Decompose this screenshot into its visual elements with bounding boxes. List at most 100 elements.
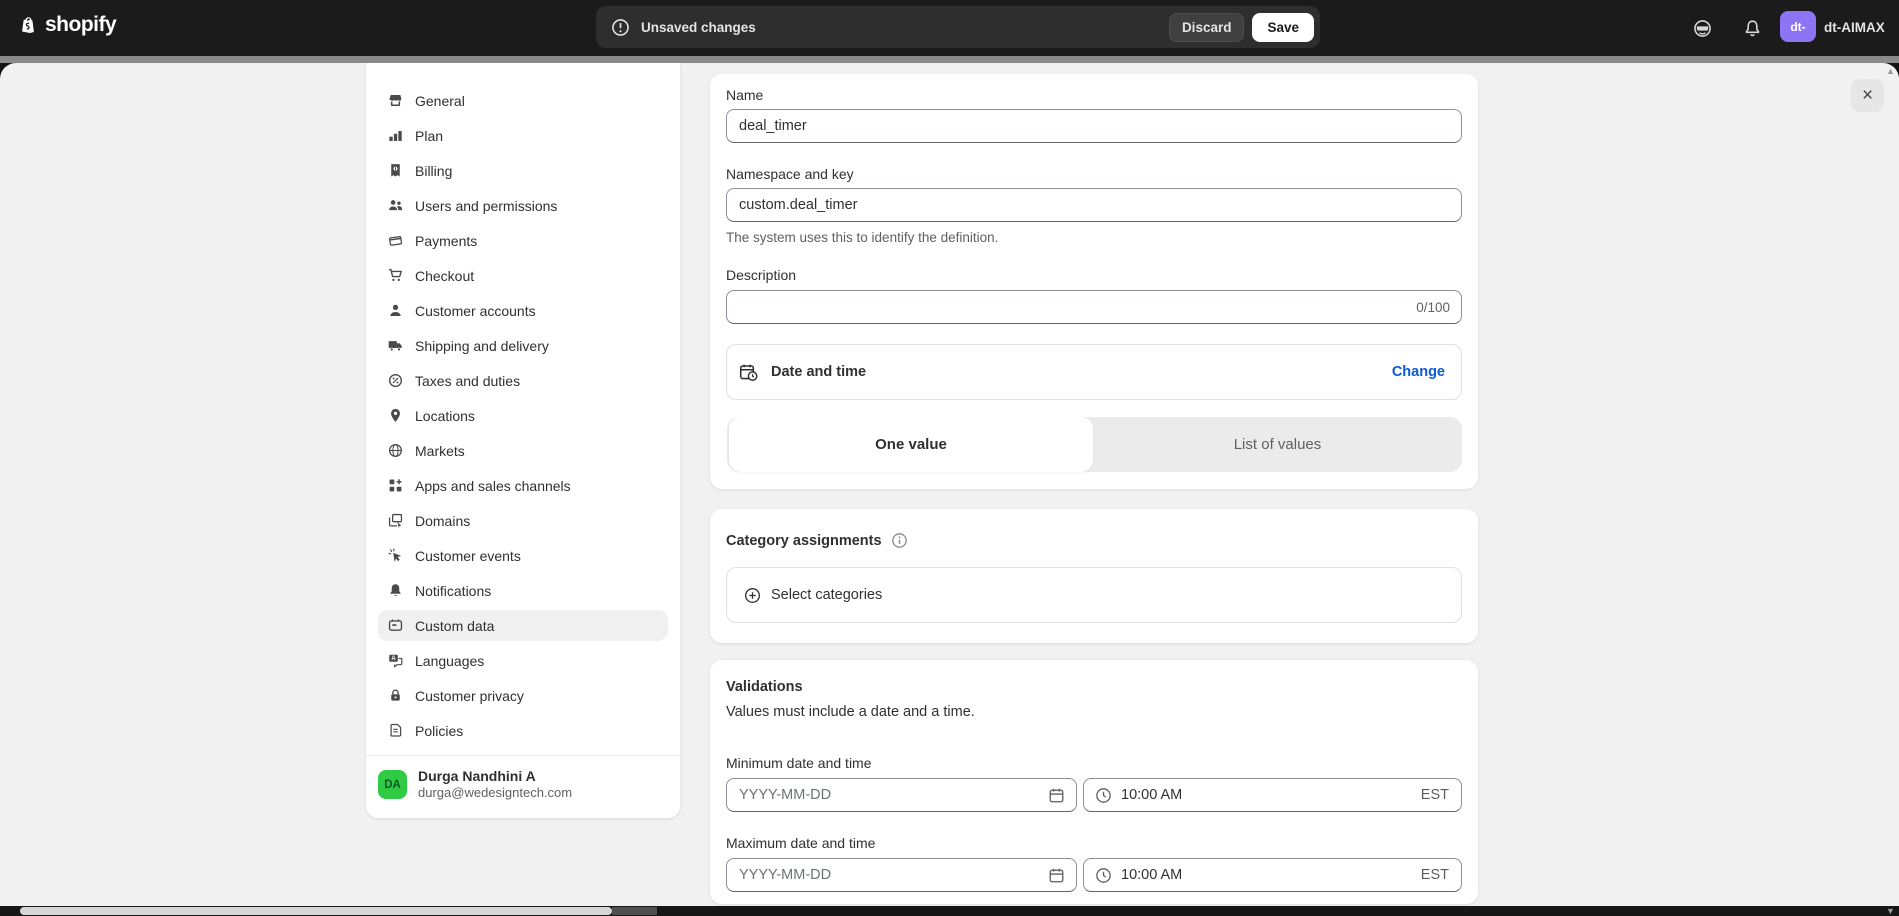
notifications-bell-icon[interactable] [1742,18,1763,39]
sidebar-item-plan[interactable]: Plan [378,120,668,151]
max-date-input-wrap [726,858,1077,892]
clock-icon [1094,786,1113,805]
sidebar-item-customer-events[interactable]: Customer events [378,540,668,571]
sidebar-item-general[interactable]: General [378,85,668,116]
sidebar-item-label: Shipping and delivery [415,338,549,354]
scrollbar-up-arrow[interactable]: ▲ [1886,67,1895,76]
events-icon [387,547,404,564]
sidebar-item-label: Markets [415,443,465,459]
sidebar-item-payments[interactable]: Payments [378,225,668,256]
sidebar-item-label: Domains [415,513,470,529]
change-type-link[interactable]: Change [1392,364,1445,380]
sidebar-item-label: Policies [415,723,463,739]
min-date-label: Minimum date and time [726,755,872,771]
user-avatar: DA [378,770,407,799]
namespace-help-text: The system uses this to identify the def… [726,230,998,245]
customdata-icon [387,617,404,634]
taxes-icon [387,372,404,389]
close-settings-button[interactable]: × [1851,79,1884,112]
shopify-logo[interactable]: shopify [18,13,116,37]
scrollbar-down-arrow[interactable]: ▼ [1886,907,1895,916]
select-categories-label: Select categories [771,587,882,603]
sidebar-item-label: Customer accounts [415,303,536,319]
name-input[interactable] [726,109,1462,143]
max-date-input[interactable] [739,867,1047,883]
discard-button[interactable]: Discard [1169,13,1245,42]
info-icon[interactable] [890,531,909,550]
location-icon [387,407,404,424]
cardinality-segmented-control: One value List of values [727,417,1462,472]
sidebar-item-customer-accounts[interactable]: Customer accounts [378,295,668,326]
sidebar-item-checkout[interactable]: Checkout [378,260,668,291]
store-avatar[interactable]: dt- [1780,11,1816,42]
unsaved-changes-bar: Unsaved changes Discard Save [596,6,1320,48]
max-timezone-label: EST [1421,867,1449,883]
shipping-icon [387,337,404,354]
alert-circle-icon [610,17,631,38]
sidebar-item-customer-privacy[interactable]: Customer privacy [378,680,668,711]
category-assignments-title: Category assignments [726,533,882,549]
save-button[interactable]: Save [1252,13,1314,42]
user-email: durga@wedesigntech.com [418,785,572,801]
bell-icon [387,582,404,599]
policies-icon [387,722,404,739]
description-label: Description [726,267,796,283]
sidebar-item-users-and-permissions[interactable]: Users and permissions [378,190,668,221]
sidebar-item-label: Taxes and duties [415,373,520,389]
sidebar-item-label: Locations [415,408,475,424]
languages-icon: A [387,652,404,669]
max-time-input[interactable] [1121,867,1413,883]
min-date-input-wrap [726,778,1077,812]
sidebar-item-apps-and-sales-channels[interactable]: Apps and sales channels [378,470,668,501]
sidebar-item-label: Customer events [415,548,521,564]
sidebar-item-shipping-and-delivery[interactable]: Shipping and delivery [378,330,668,361]
horizontal-scrollbar-thumb[interactable] [20,907,612,915]
max-time-input-wrap: EST [1083,858,1462,892]
name-label: Name [726,87,763,103]
sidebar-item-locations[interactable]: Locations [378,400,668,431]
plan-icon [387,127,404,144]
one-value-tab[interactable]: One value [729,417,1093,472]
calendar-icon[interactable] [1047,786,1066,805]
lock-icon [387,687,404,704]
sidebar-item-label: Plan [415,128,443,144]
users-icon [387,197,404,214]
sidebar-item-policies[interactable]: Policies [378,715,668,746]
unsaved-changes-text: Unsaved changes [641,20,1169,35]
apps-icon [387,477,404,494]
markets-icon [387,442,404,459]
settings-modal: General Plan Billing Users and permissions P… [0,63,1899,906]
sidebar-item-custom-data[interactable]: Custom data [378,610,668,641]
select-categories-button[interactable]: Select categories [726,567,1462,623]
sidebar-item-languages[interactable]: ALanguages [378,645,668,676]
store-icon [387,92,404,109]
sidebar-item-label: Custom data [415,618,494,634]
definition-card: Name Namespace and key The system uses t… [710,74,1478,489]
calendar-icon[interactable] [1047,866,1066,885]
sidebar-item-label: Apps and sales channels [415,478,571,494]
clock-icon [1094,866,1113,885]
sidebar-item-label: General [415,93,465,109]
min-date-input[interactable] [739,787,1047,803]
description-char-counter: 0/100 [1416,300,1450,315]
modal-backdrop-edge [0,56,1899,63]
category-assignments-card: Category assignments Select categories [710,509,1478,643]
namespace-input[interactable] [726,188,1462,222]
sidebar-item-notifications[interactable]: Notifications [378,575,668,606]
sidekick-assistant-icon[interactable] [1692,18,1713,39]
sidebar-user[interactable]: DA Durga Nandhini A durga@wedesigntech.c… [378,768,572,801]
sidebar-item-billing[interactable]: Billing [378,155,668,186]
content-type-row: Date and time Change [726,344,1462,400]
svg-text:A: A [391,656,396,662]
sidebar-item-taxes-and-duties[interactable]: Taxes and duties [378,365,668,396]
namespace-label: Namespace and key [726,166,854,182]
plus-circle-icon [743,586,762,605]
list-of-values-tab[interactable]: List of values [1093,417,1462,472]
min-time-input[interactable] [1121,787,1413,803]
admin-topbar: shopify Unsaved changes Discard Save dt-… [0,0,1899,56]
sidebar-item-domains[interactable]: Domains [378,505,668,536]
billing-icon [387,162,404,179]
sidebar-item-markets[interactable]: Markets [378,435,668,466]
validations-card: Validations Values must include a date a… [710,660,1478,904]
description-input[interactable] [726,290,1462,324]
